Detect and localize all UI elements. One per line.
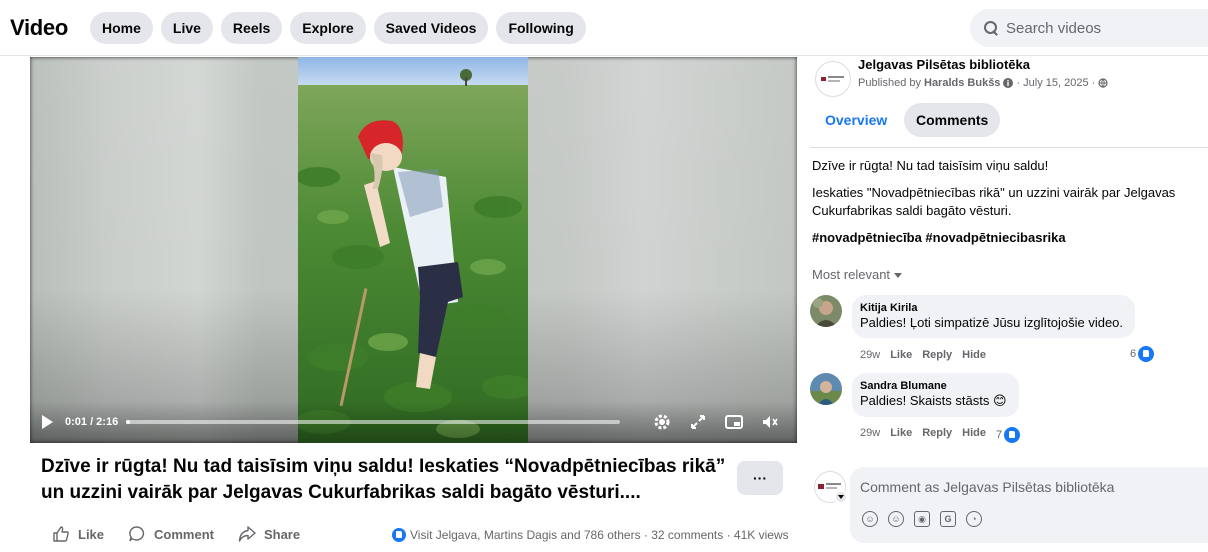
comment-age[interactable]: 29w [860,349,880,361]
comment-reaction-count[interactable]: 7 [996,427,1021,443]
comment-author[interactable]: Sandra Blumane [860,380,1007,392]
comment-text: Paldies! Skaists stāsts 😊 [860,393,1007,408]
like-reaction-icon [392,528,406,542]
comment-input[interactable]: Comment as Jelgavas Pilsētas bibliotēka [860,479,1114,495]
comment-reply-button[interactable]: Reply [922,349,952,361]
search-placeholder: Search videos [1006,19,1102,37]
comment-hide-button[interactable]: Hide [962,349,986,361]
camera-icon[interactable]: ◉ [914,511,930,527]
switch-profile-chevron-icon[interactable] [834,490,848,504]
comment-label: Comment [154,526,214,542]
sticker-icon[interactable]: ◔ [966,511,982,527]
nav-reels[interactable]: Reels [220,12,283,44]
gif-icon[interactable]: G [940,511,956,527]
video-nav: Home Live Reels Explore Saved Videos Fol… [90,12,586,44]
tab-comments[interactable]: Comments [904,103,1001,137]
publisher-name[interactable]: Haralds Bukšs [924,77,1000,89]
nav-saved-videos[interactable]: Saved Videos [373,12,489,44]
video-actions: Like Comment Share [52,525,300,543]
search-icon [984,21,998,35]
comment-age[interactable]: 29w [860,427,880,443]
comment-reaction-count-text: 7 [996,429,1003,441]
published-line: Published by Haralds Bukšs · July 15, 20… [858,77,1108,89]
comment-reaction-count[interactable]: 6 [1130,346,1155,362]
chevron-down-icon [894,273,903,278]
video-still-image [298,57,528,443]
description-hashtags[interactable]: #novadpētniecība #novadpētniecibasrika [812,229,1066,247]
video-progress-bar[interactable] [126,420,621,424]
comment-meta: 29w Like Reply Hide [860,349,986,361]
comment-like-button[interactable]: Like [890,349,912,361]
comment-hide-button[interactable]: Hide [962,427,986,443]
comment-composer[interactable]: Comment as Jelgavas Pilsētas bibliotēka … [850,467,1208,543]
share-arrow-icon [238,526,256,542]
page-name[interactable]: Jelgavas Pilsētas bibliotēka [858,57,1030,72]
avatar-sticker-icon[interactable]: ☺ [862,511,878,527]
mute-icon[interactable] [758,410,782,434]
like-button[interactable]: Like [52,525,104,543]
share-button[interactable]: Share [238,525,300,543]
comment-author[interactable]: Kitija Kirila [860,302,1123,314]
comment-bubble: Sandra Blumane Paldies! Skaists stāsts 😊 [852,373,1019,417]
avatar[interactable] [810,373,842,405]
page-avatar[interactable] [815,61,851,97]
video-timecode: 0:01 / 2:16 [65,416,119,428]
page-title: Video [10,15,69,40]
comment-like-button[interactable]: Like [890,427,912,443]
play-icon[interactable] [42,415,53,429]
top-bar: Video Home Live Reels Explore Saved Vide… [0,0,1208,56]
video-progress-fill [126,420,130,424]
search-input[interactable]: Search videos [970,9,1208,47]
settings-gear-icon[interactable] [650,410,674,434]
comment-button[interactable]: Comment [128,525,214,543]
comment-meta: 29w Like Reply Hide 7 [860,427,1021,443]
share-label: Share [263,526,301,542]
mini-player-icon[interactable] [722,410,746,434]
nav-live[interactable]: Live [160,12,213,44]
description-line-2: Ieskaties "Novadpētniecības rikā" un uzz… [812,185,1176,200]
comment-reply-button[interactable]: Reply [922,427,952,443]
nav-home[interactable]: Home [90,12,153,44]
video-frame[interactable] [298,57,528,443]
composer-tools: ☺ ☺ ◉ G ◔ [862,511,982,527]
info-icon [1003,78,1014,88]
more-options-button[interactable]: ··· [737,461,783,495]
video-details-panel: Jelgavas Pilsētas bibliotēka Published b… [810,56,1208,552]
published-date[interactable]: · July 15, 2025 · [1016,77,1095,89]
avatar[interactable] [810,295,842,327]
comment-text: Paldies! Ļoti simpatizē Jūsu izglītojoši… [860,315,1124,330]
like-reaction-icon [1138,346,1155,362]
engagement-stats[interactable]: Visit Jelgava, Martins Dagis and 786 oth… [392,528,789,542]
engagement-stats-text: Visit Jelgava, Martins Dagis and 786 oth… [410,528,789,542]
nav-explore[interactable]: Explore [290,12,366,44]
thumbs-up-icon [53,526,69,542]
video-title: Dzīve ir rūgta! Nu tad taisīsim viņu sal… [41,456,726,503]
description-line-3: Cukurfabrikas saldi bagāto vēsturi. [812,203,1012,218]
library-logo-icon [821,76,844,82]
globe-icon [1098,78,1108,88]
video-player[interactable]: 0:01 / 2:16 [30,57,797,443]
published-prefix: Published by [858,77,921,89]
sort-label: Most relevant [812,267,891,282]
nav-following[interactable]: Following [496,12,586,44]
comment-sort-dropdown[interactable]: Most relevant [812,267,903,282]
comment-reaction-count-text: 6 [1130,348,1137,360]
player-controls: 0:01 / 2:16 [30,401,797,443]
like-label: Like [78,526,105,542]
tab-overview[interactable]: Overview [813,103,900,137]
description-line-1: Dzīve ir rūgta! Nu tad taisīsim viņu sal… [812,158,1049,173]
like-reaction-icon [1004,427,1021,443]
fullscreen-icon[interactable] [686,410,710,434]
emoji-icon[interactable]: ☺ [888,511,904,527]
panel-divider [810,147,1208,148]
comment-bubble: Kitija Kirila Paldies! Ļoti simpatizē Jū… [852,295,1136,338]
comment-bubble-icon [129,526,145,542]
